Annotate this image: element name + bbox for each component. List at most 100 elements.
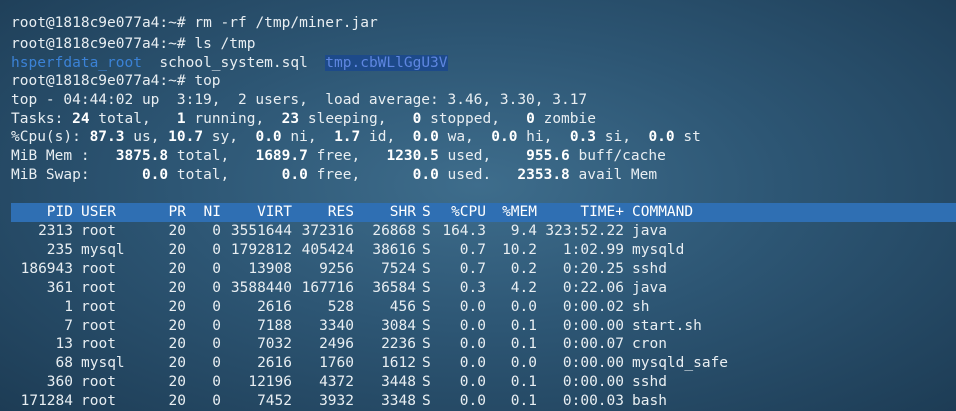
process-cell-virt: 1792812 [230,241,292,258]
top-swap-line: MiB Swap: 0.0 total, 0.0 free, 0.0 used.… [11,167,658,183]
process-cell-pid: 186943 [20,260,73,277]
process-cell-command: java [632,223,667,239]
process-cell-mem: 0.1 [510,336,537,353]
process-cell-shr: 2236 [381,336,416,353]
process-row: 361 root 20 0 3588440 167716 36584 S 0.3 4.2 0:22.… [0,279,956,298]
process-cell-pr: 20 [168,317,186,334]
column-header-pr: PR [168,204,186,220]
process-cell-res: 1760 [319,355,354,372]
process-cell-pr: 20 [168,374,186,391]
process-cell-state: S [422,374,431,391]
column-header-shr: SHR [389,204,416,220]
process-cell-virt: 7032 [257,336,292,353]
process-cell-shr: 7524 [381,260,416,277]
column-header-command: COMMAND [632,204,694,220]
process-cell-shr: 3348 [381,393,416,410]
process-cell-virt: 3588440 [230,279,292,296]
process-cell-cpu: 0.0 [459,298,486,315]
process-cell-virt: 7188 [257,317,292,334]
process-cell-virt: 2616 [257,298,292,315]
process-cell-shr: 26868 [372,223,416,239]
process-row: 13 root 20 0 7032 2496 2236 S 0.0 0.1 0:00.07 cron [0,335,956,354]
process-row: 171284 root 20 0 7452 3932 3348 S 0.0 0.1 0:00.03 b… [0,392,956,411]
process-cell-mem: 4.2 [510,279,537,296]
process-cell-cpu: 0.7 [459,241,486,258]
process-cell-user: mysql [81,355,125,372]
process-cell-pr: 20 [168,298,186,315]
process-cell-res: 372316 [301,223,354,239]
process-cell-cpu: 164.3 [442,223,486,239]
process-cell-time: 0:00.07 [562,336,624,353]
ls-entry-tmp: tmp.cbWLlGgU3V [325,55,448,71]
process-cell-shr: 456 [389,298,416,315]
column-header-pid: PID [46,204,73,220]
column-header-res: RES [327,204,354,220]
process-cell-pid: 13 [55,336,73,353]
top-cpu-line: %Cpu(s): 87.3 us, 10.7 sy, 0.0 ni, 1.7 i… [11,129,701,145]
column-header-cpu: %CPU [451,204,486,220]
process-cell-user: root [81,260,116,277]
process-cell-time: 0:00.02 [562,298,624,315]
process-cell-pr: 20 [168,393,186,410]
process-cell-mem: 0.0 [510,355,537,372]
top-uptime-line: top - 04:44:02 up 3:19, 2 users, load av… [11,92,588,108]
process-cell-cpu: 0.0 [459,374,486,391]
process-cell-res: 405424 [301,241,354,258]
process-cell-state: S [422,317,431,334]
column-header-ni: NI [203,204,221,220]
process-cell-state: S [422,223,431,239]
process-cell-ni: 0 [212,374,221,391]
process-row: 7 root 20 0 7188 3340 3084 S 0.0 0.1 0:00.00 start.… [0,317,956,336]
process-cell-pid: 361 [46,279,73,296]
process-cell-virt: 12196 [248,374,292,391]
process-cell-pr: 20 [168,223,186,239]
column-header-time: TIME+ [580,204,624,220]
process-cell-pid: 2313 [38,223,73,239]
ls-output: hsperfdata_root school_system.sql tmp.cb… [11,54,448,73]
command-text: top [194,73,221,89]
process-cell-pr: 20 [168,336,186,353]
process-cell-pr: 20 [168,260,186,277]
process-cell-pid: 7 [64,317,73,334]
process-cell-res: 3340 [319,317,354,334]
process-cell-cpu: 0.7 [459,260,486,277]
process-cell-shr: 3084 [381,317,416,334]
process-cell-mem: 0.1 [510,374,537,391]
process-cell-res: 167716 [301,279,354,296]
process-cell-res: 528 [327,298,354,315]
ls-entry-file: school_system.sql [159,55,308,71]
process-cell-command: start.sh [632,317,702,334]
process-cell-cpu: 0.0 [459,393,486,410]
process-row: 2313 root 20 0 3551644 372316 26868 S 164.3 9.4 32… [0,222,956,241]
command-text: rm -rf /tmp/miner.jar [194,15,378,31]
process-cell-command: bash [632,393,667,410]
process-cell-time: 0:00.00 [562,355,624,372]
process-cell-time: 0:20.25 [562,260,624,277]
process-cell-state: S [422,279,431,296]
process-cell-pid: 171284 [20,393,73,410]
process-cell-mem: 10.2 [502,241,537,258]
process-cell-user: root [81,279,116,296]
process-cell-command: mysqld [632,241,685,258]
process-cell-user: root [81,317,116,334]
process-cell-shr: 1612 [381,355,416,372]
process-cell-res: 4372 [319,374,354,391]
command-line-rm: root@1818c9e077a4:~# rm -rf /tmp/miner.j… [11,14,378,33]
terminal-window[interactable]: root@1818c9e077a4:~# rm -rf /tmp/miner.j… [0,0,956,411]
process-cell-time: 323:52.22 [545,223,624,239]
process-row: 1 root 20 0 2616 528 456 S 0.0 0.0 0:00.02 sh [0,298,956,317]
top-mem-line: MiB Mem : 3875.8 total, 1689.7 free, 123… [11,148,666,164]
process-cell-cpu: 0.0 [459,355,486,372]
process-cell-user: mysql [81,241,125,258]
process-cell-state: S [422,355,431,372]
shell-prompt: root@1818c9e077a4:~# [11,15,186,31]
process-cell-time: 0:00.00 [562,374,624,391]
process-cell-command: sshd [632,374,667,391]
process-cell-user: root [81,393,116,410]
process-cell-cpu: 0.0 [459,317,486,334]
process-cell-ni: 0 [212,223,221,239]
column-header-mem: %MEM [502,204,537,220]
process-row: 360 root 20 0 12196 4372 3448 S 0.0 0.1 0:00.00 ssh… [0,373,956,392]
process-table-header: PID USER PR NI VIRT RES SHR S %CPU %MEM TIME+ COMMA… [0,203,956,222]
shell-prompt: root@1818c9e077a4:~# [11,73,186,89]
